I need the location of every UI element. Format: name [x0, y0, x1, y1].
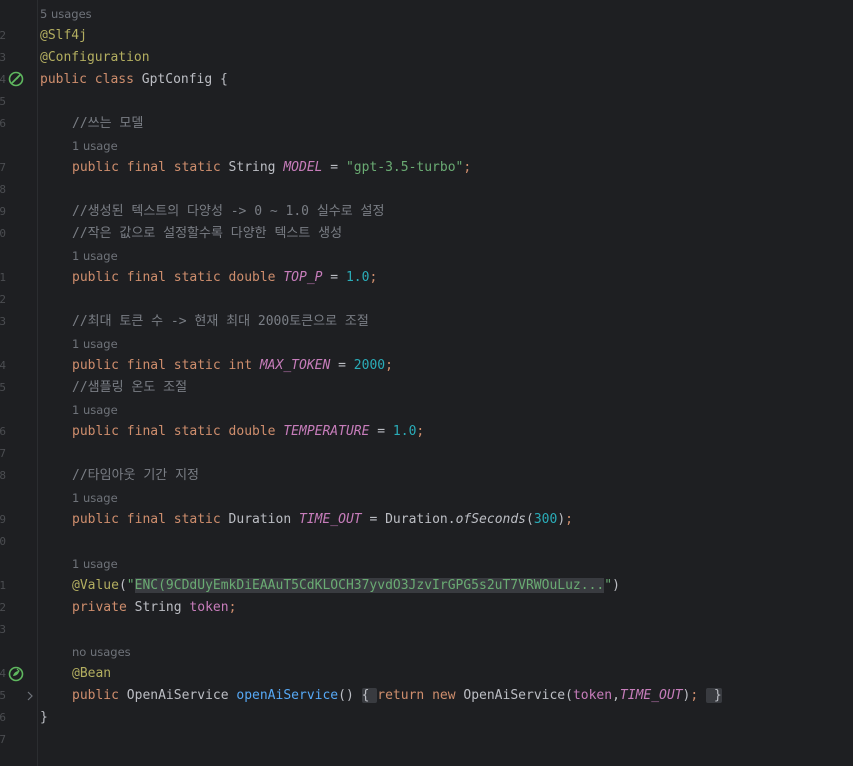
line-number: 0: [0, 535, 6, 548]
line-number: 9: [0, 205, 6, 218]
code-line: public final static String MODEL = "gpt-…: [72, 160, 472, 175]
line-number: 1: [0, 579, 6, 592]
code-line: public class GptConfig {: [40, 72, 228, 87]
usage-hint[interactable]: 1 usage: [72, 556, 118, 572]
line-number: 9: [0, 513, 6, 526]
usage-hint[interactable]: 1 usage: [72, 336, 118, 352]
code-comment: //쓰는 모델: [72, 116, 144, 131]
code-line: @Bean: [72, 666, 112, 681]
usage-hint[interactable]: 1 usage: [72, 248, 118, 264]
code-line: public final static Duration TIME_OUT = …: [72, 512, 573, 527]
line-number: 5: [0, 689, 6, 702]
code-line: @Value("ENC(9CDdUyEmkDiEAAuT5CdKLOCH37yv…: [72, 578, 620, 593]
line-number: 7: [0, 161, 6, 174]
line-number: 2: [0, 29, 6, 42]
code-comment: //생성된 텍스트의 다양성 -> 0 ~ 1.0 실수로 설정: [72, 204, 385, 219]
code-line: }: [40, 710, 48, 725]
line-number: 7: [0, 733, 6, 746]
code-line: public final static int MAX_TOKEN = 2000…: [72, 358, 393, 373]
code-line: @Configuration: [40, 50, 150, 65]
line-number: 2: [0, 601, 6, 614]
code-line: private String token;: [72, 600, 237, 615]
line-number: 5: [0, 381, 6, 394]
line-number: 4: [0, 359, 6, 372]
code-comment: //작은 값으로 설정할수록 다양한 텍스트 생성: [72, 226, 343, 241]
code-line: public final static double TEMPERATURE =…: [72, 424, 425, 439]
usage-hint[interactable]: 1 usage: [72, 138, 118, 154]
code-line: public OpenAiService openAiService() { r…: [72, 688, 722, 703]
usage-hint[interactable]: no usages: [72, 644, 131, 660]
code-comment: //샘플링 온도 조절: [72, 380, 188, 395]
code-comment: //타임아웃 기간 지정: [72, 468, 199, 483]
line-number: 3: [0, 51, 6, 64]
folded-block-close[interactable]: }: [706, 688, 722, 703]
usage-hint[interactable]: 1 usage: [72, 490, 118, 506]
code-comment: //최대 토큰 수 -> 현재 최대 2000토큰으로 조절: [72, 314, 369, 329]
line-number: 4: [0, 667, 6, 680]
line-number: 4: [0, 73, 6, 86]
usage-hint[interactable]: 1 usage: [72, 402, 118, 418]
editor-gutter: 2 3 4 5 6 7 8 9 0 1 2 3 4 5 6 7 8 9 0 1 …: [0, 0, 38, 766]
line-number: 2: [0, 293, 6, 306]
line-number: 7: [0, 447, 6, 460]
folded-block-open[interactable]: {: [361, 688, 378, 703]
line-number: 0: [0, 227, 6, 240]
line-number: 3: [0, 623, 6, 636]
spring-bean-gutter-icon[interactable]: [8, 71, 24, 87]
line-number: 3: [0, 315, 6, 328]
bean-method-gutter-icon[interactable]: [8, 666, 24, 682]
line-number: 8: [0, 183, 6, 196]
line-number: 5: [0, 95, 6, 108]
line-number: 1: [0, 271, 6, 284]
line-number: 6: [0, 711, 6, 724]
line-number: 6: [0, 425, 6, 438]
line-number: 8: [0, 469, 6, 482]
code-line: @Slf4j: [40, 28, 87, 43]
chevron-right-icon[interactable]: [26, 691, 34, 701]
line-number: 6: [0, 117, 6, 130]
usage-hint[interactable]: 5 usages: [40, 6, 92, 22]
folded-string[interactable]: ENC(9CDdUyEmkDiEAAuT5CdKLOCH37yvdO3JzvIr…: [134, 578, 605, 593]
code-line: public final static double TOP_P = 1.0;: [72, 270, 378, 285]
